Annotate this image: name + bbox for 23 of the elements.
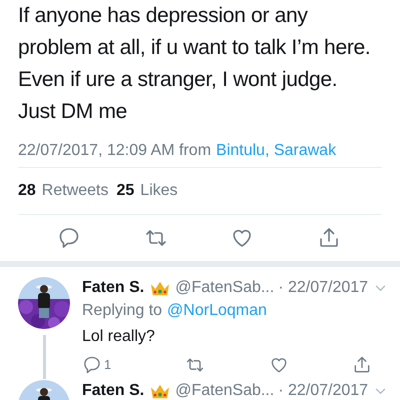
- reply-icon[interactable]: [82, 355, 102, 375]
- retweets-count[interactable]: 28: [18, 179, 36, 203]
- reply-date: · 22/07/2017: [278, 381, 368, 400]
- retweets-label[interactable]: Retweets: [42, 179, 108, 203]
- author-handle[interactable]: @FatenSab...: [175, 276, 274, 300]
- reply-count: 1: [104, 356, 112, 374]
- crown-icon: [149, 382, 172, 400]
- like-icon[interactable]: [268, 355, 289, 375]
- crown-icon: [149, 279, 172, 297]
- tweet-text: If anyone has depression or any problem at all, if u want to talk I’m here. Even if ure a stranger, I wont judge. Just DM me: [18, 3, 372, 125]
- likes-label[interactable]: Likes: [140, 179, 178, 203]
- replying-label: Replying to: [82, 301, 162, 321]
- tweet-timestamp: 22/07/2017, 12:09 AM from: [18, 140, 212, 160]
- location-link[interactable]: Bintulu, Sarawak: [216, 138, 336, 162]
- author-handle[interactable]: @FatenSab...: [175, 379, 274, 400]
- author-name[interactable]: Faten S.: [82, 379, 144, 400]
- share-icon[interactable]: [352, 355, 372, 375]
- likes-count[interactable]: 25: [116, 179, 134, 203]
- reply-icon[interactable]: [57, 226, 82, 250]
- reply-text: Lol really?: [82, 327, 156, 347]
- author-name[interactable]: Faten S.: [82, 276, 144, 300]
- reply-date: · 22/07/2017: [278, 278, 368, 298]
- mention-link[interactable]: @NorLoqman: [167, 299, 267, 323]
